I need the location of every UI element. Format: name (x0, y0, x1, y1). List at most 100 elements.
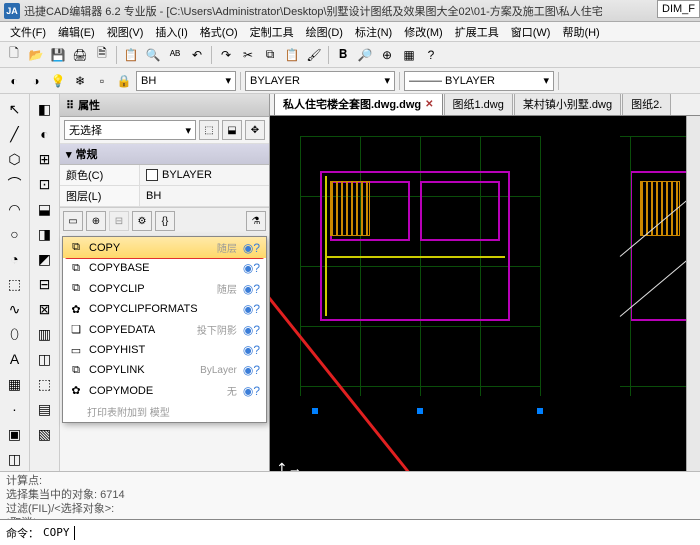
modtool-6[interactable]: ◩ (34, 248, 56, 270)
help-icon[interactable]: ◉? (243, 302, 260, 316)
menu-格式[interactable]: 格式(O) (194, 22, 244, 42)
menu-定制工具[interactable]: 定制工具 (244, 22, 300, 42)
drawing-viewport[interactable]: ↥→ (270, 116, 686, 483)
menu-编辑[interactable]: 编辑(E) (52, 22, 101, 42)
doc-tab[interactable]: 图纸1.dwg (444, 94, 513, 115)
drawtool-13[interactable]: ▣ (4, 423, 26, 445)
ac-item-copyedata[interactable]: ❏COPYEDATA投下阴影◉? (63, 319, 266, 340)
help-icon[interactable]: ? (421, 45, 441, 65)
doc-tab[interactable]: 某村镇小别墅.dwg (514, 94, 621, 115)
ac-btn-2[interactable]: ⊕ (86, 211, 106, 231)
help-icon[interactable]: ◉? (243, 343, 260, 357)
plus-icon[interactable]: ⊕ (377, 45, 397, 65)
file-open-icon[interactable]: 📂 (26, 45, 46, 65)
ac-item-copyhist[interactable]: ▭COPYHIST◉? (63, 340, 266, 360)
bold-icon[interactable]: 𝐁 (333, 45, 353, 65)
ac-item-copy[interactable]: ⧉COPY随层◉? (63, 237, 266, 258)
linetype-combo[interactable]: BYLAYER▾ (245, 71, 395, 91)
modtool-12[interactable]: ▤ (34, 398, 56, 420)
ac-btn-braces[interactable]: {} (155, 211, 175, 231)
menu-标注[interactable]: 标注(N) (349, 22, 398, 42)
ac-btn-1[interactable]: ▭ (63, 211, 83, 231)
drawtool-2[interactable]: ⬡ (4, 148, 26, 170)
modtool-3[interactable]: ⊡ (34, 173, 56, 195)
ac-item-copyclip[interactable]: ⧉COPYCLIP随层◉? (63, 278, 266, 299)
help-icon[interactable]: ◉? (243, 363, 260, 377)
drawtool-10[interactable]: A (4, 348, 26, 370)
modtool-7[interactable]: ⊟ (34, 273, 56, 295)
lineweight-combo[interactable]: ——— BYLAYER▾ (404, 71, 554, 91)
drawing-canvas[interactable]: 私人住宅楼全套图.dwg.dwg✕图纸1.dwg某村镇小别墅.dwg图纸2. (270, 94, 700, 519)
doc-tab[interactable]: 私人住宅楼全套图.dwg.dwg✕ (274, 94, 443, 115)
grip-handle[interactable] (312, 408, 318, 414)
modtool-8[interactable]: ⊠ (34, 298, 56, 320)
menu-插入[interactable]: 插入(I) (149, 22, 193, 42)
modtool-1[interactable]: ◐ (34, 123, 56, 145)
prop-val-layer[interactable]: BH (140, 186, 269, 206)
menu-扩展工具[interactable]: 扩展工具 (449, 22, 505, 42)
command-line[interactable]: 命令： COPY (0, 519, 700, 545)
search-icon[interactable]: 🔎 (355, 45, 375, 65)
ac-item-copybase[interactable]: ⧉COPYBASE◉? (63, 258, 266, 278)
close-icon[interactable]: ✕ (425, 99, 433, 110)
select-objects-button[interactable]: ✥ (245, 120, 265, 140)
drawtool-5[interactable]: ○ (4, 223, 26, 245)
pickadd-button[interactable]: ⬓ (222, 120, 242, 140)
undo-icon[interactable]: ↶ (187, 45, 207, 65)
modtool-10[interactable]: ◫ (34, 348, 56, 370)
drawtool-3[interactable]: ⌒ (4, 173, 26, 195)
cut-icon[interactable]: 📋 (121, 45, 141, 65)
drawtool-12[interactable]: · (4, 398, 26, 420)
help-icon[interactable]: ◉? (243, 241, 260, 255)
ac-item-copyclipformats[interactable]: ✿COPYCLIPFORMATS◉? (63, 299, 266, 319)
print-icon[interactable]: 🖨 (70, 45, 90, 65)
help-icon[interactable]: ◉? (243, 384, 260, 398)
modtool-5[interactable]: ◨ (34, 223, 56, 245)
menu-窗口[interactable]: 窗口(W) (505, 22, 557, 42)
drawtool-6[interactable]: ◔ (4, 248, 26, 270)
dimstyle-label[interactable]: DIM_F (657, 0, 700, 18)
drawtool-14[interactable]: ◫ (4, 448, 26, 470)
paste-icon[interactable]: 📋 (282, 45, 302, 65)
print-preview-icon[interactable]: 🗎 (92, 45, 112, 65)
modtool-11[interactable]: ⬚ (34, 373, 56, 395)
spellcheck-icon[interactable]: ᴬᴮ (165, 45, 185, 65)
find-icon[interactable]: 🔍 (143, 45, 163, 65)
lock-icon[interactable]: 🔒 (114, 71, 134, 91)
modtool-13[interactable]: ▧ (34, 423, 56, 445)
modtool-4[interactable]: ⬓ (34, 198, 56, 220)
ac-btn-3[interactable]: ⊟ (109, 211, 129, 231)
drawtool-11[interactable]: ▦ (4, 373, 26, 395)
modtool-0[interactable]: ◧ (34, 98, 56, 120)
prop-row-layer[interactable]: 图层(L) BH (60, 186, 269, 207)
scissors-icon[interactable]: ✂ (238, 45, 258, 65)
menu-帮助[interactable]: 帮助(H) (556, 22, 605, 42)
help-icon[interactable]: ◉? (243, 261, 260, 275)
drawtool-4[interactable]: ◠ (4, 198, 26, 220)
grip-handle[interactable] (537, 408, 543, 414)
modtool-2[interactable]: ⊞ (34, 148, 56, 170)
drawtool-8[interactable]: ∿ (4, 298, 26, 320)
properties-section-general[interactable]: ▾ 常规 (60, 144, 269, 165)
help-icon[interactable]: ◉? (243, 282, 260, 296)
copy-icon[interactable]: ⧉ (260, 45, 280, 65)
menu-视图[interactable]: 视图(V) (101, 22, 150, 42)
quickselect-button[interactable]: ⬚ (199, 120, 219, 140)
drawtool-1[interactable]: ╱ (4, 123, 26, 145)
ac-item-copymode[interactable]: ✿COPYMODE无◉? (63, 380, 266, 401)
menu-文件[interactable]: 文件(F) (4, 22, 52, 42)
bulb-icon[interactable]: 💡 (48, 71, 68, 91)
drawtool-7[interactable]: ⬚ (4, 273, 26, 295)
prop-row-color[interactable]: 颜色(C) BYLAYER (60, 165, 269, 186)
help-icon[interactable]: ◉? (243, 323, 260, 337)
toggle-a-icon[interactable]: ◐ (4, 71, 24, 91)
ac-btn-gear[interactable]: ⚙ (132, 211, 152, 231)
selection-combo[interactable]: 无选择▾ (64, 120, 196, 140)
modtool-9[interactable]: ▥ (34, 323, 56, 345)
doc-tab[interactable]: 图纸2. (622, 94, 671, 115)
toggle-b-icon[interactable]: ◑ (26, 71, 46, 91)
scrollbar-vertical[interactable] (686, 116, 700, 483)
file-save-icon[interactable]: 💾 (48, 45, 68, 65)
ac-item-copylink[interactable]: ⧉COPYLINKByLayer◉? (63, 360, 266, 380)
drawtool-0[interactable]: ↖ (4, 98, 26, 120)
